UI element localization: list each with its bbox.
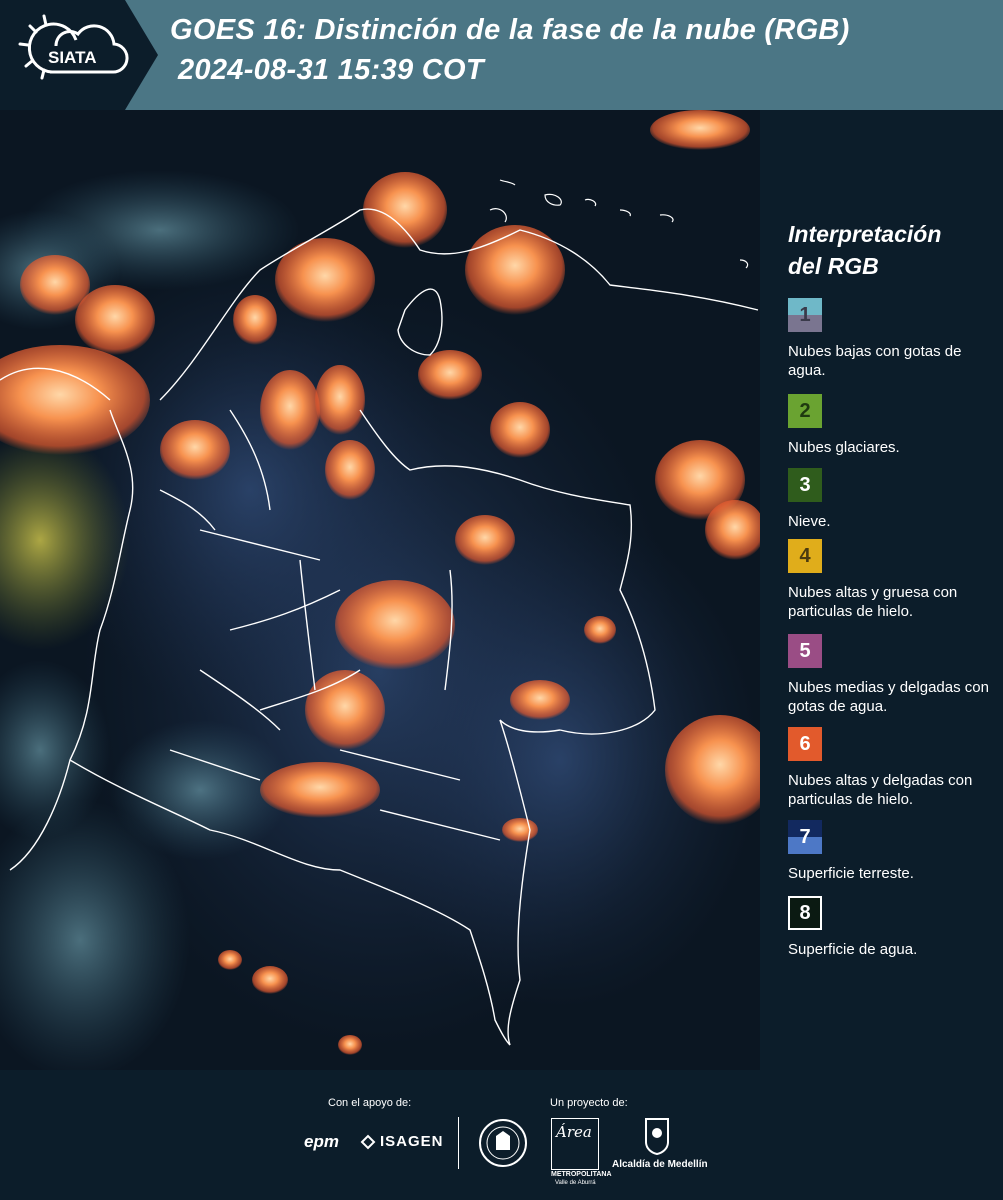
isagen-logo: ISAGEN <box>380 1133 444 1150</box>
legend-item-3: 3 Nieve. <box>788 468 998 531</box>
legend-swatch-1: 1 <box>788 298 822 332</box>
legend-item-5: 5 Nubes medias y delgadas con gotas de a… <box>788 634 998 716</box>
legend-swatch-7: 7 <box>788 820 822 854</box>
legend-label-7: Superficie terreste. <box>788 865 914 882</box>
legend-panel: Interpretación del RGB 1 Nubes bajas con… <box>760 110 1003 1070</box>
legend-swatch-4: 4 <box>788 539 822 573</box>
page-title: GOES 16: Distinción de la fase de la nub… <box>170 14 850 46</box>
legend-label-6: Nubes altas y delgadas con particulas de… <box>788 772 973 808</box>
legend-label-1: Nubes bajas con gotas de agua. <box>788 343 962 379</box>
metropolitana-caption: METROPOLITANA <box>551 1171 612 1178</box>
support-label: Con el apoyo de: <box>328 1097 412 1109</box>
isagen-mark-icon <box>360 1134 376 1150</box>
siata-logo: SIATA <box>0 0 160 110</box>
header-bar: SIATA GOES 16: Distinción de la fase de … <box>0 0 1003 110</box>
legend-item-1: 1 Nubes bajas con gotas de agua. <box>788 298 998 380</box>
footer: Con el apoyo de: Un proyecto de: epm ISA… <box>0 1070 1003 1200</box>
legend-swatch-6: 6 <box>788 727 822 761</box>
alcaldia-shield-icon <box>643 1116 671 1156</box>
legend-item-6: 6 Nubes altas y delgadas con particulas … <box>788 727 998 809</box>
metropolitana-subcaption: Valle de Aburrá <box>555 1180 596 1186</box>
legend-label-8: Superficie de agua. <box>788 941 918 958</box>
project-label: Un proyecto de: <box>550 1097 628 1109</box>
alcaldia-label: Alcaldía de Medellín <box>612 1159 708 1170</box>
legend-item-4: 4 Nubes altas y gruesa con particulas de… <box>788 539 998 621</box>
area-metropolitana-logo: Área <box>551 1118 599 1170</box>
legend-swatch-5: 5 <box>788 634 822 668</box>
legend-item-8: 8 Superficie de agua. <box>788 896 998 959</box>
legend-item-7: 7 Superficie terreste. <box>788 820 998 883</box>
legend-label-5: Nubes medias y delgadas con gotas de agu… <box>788 679 989 715</box>
legend-item-2: 2 Nubes glaciares. <box>788 394 998 457</box>
legend-title: Interpretación del RGB <box>788 221 942 279</box>
seal-icon <box>478 1118 528 1168</box>
legend-label-2: Nubes glaciares. <box>788 439 900 456</box>
footer-divider <box>458 1117 459 1169</box>
legend-label-4: Nubes altas y gruesa con particulas de h… <box>788 584 958 620</box>
timestamp: 2024-08-31 15:39 COT <box>178 54 484 86</box>
legend-swatch-8: 8 <box>788 896 822 930</box>
satellite-map[interactable] <box>0 110 760 1070</box>
legend-swatch-2: 2 <box>788 394 822 428</box>
logo-text: SIATA <box>48 48 96 67</box>
legend-label-3: Nieve. <box>788 513 831 530</box>
epm-logo: epm <box>304 1132 339 1151</box>
legend-swatch-3: 3 <box>788 468 822 502</box>
